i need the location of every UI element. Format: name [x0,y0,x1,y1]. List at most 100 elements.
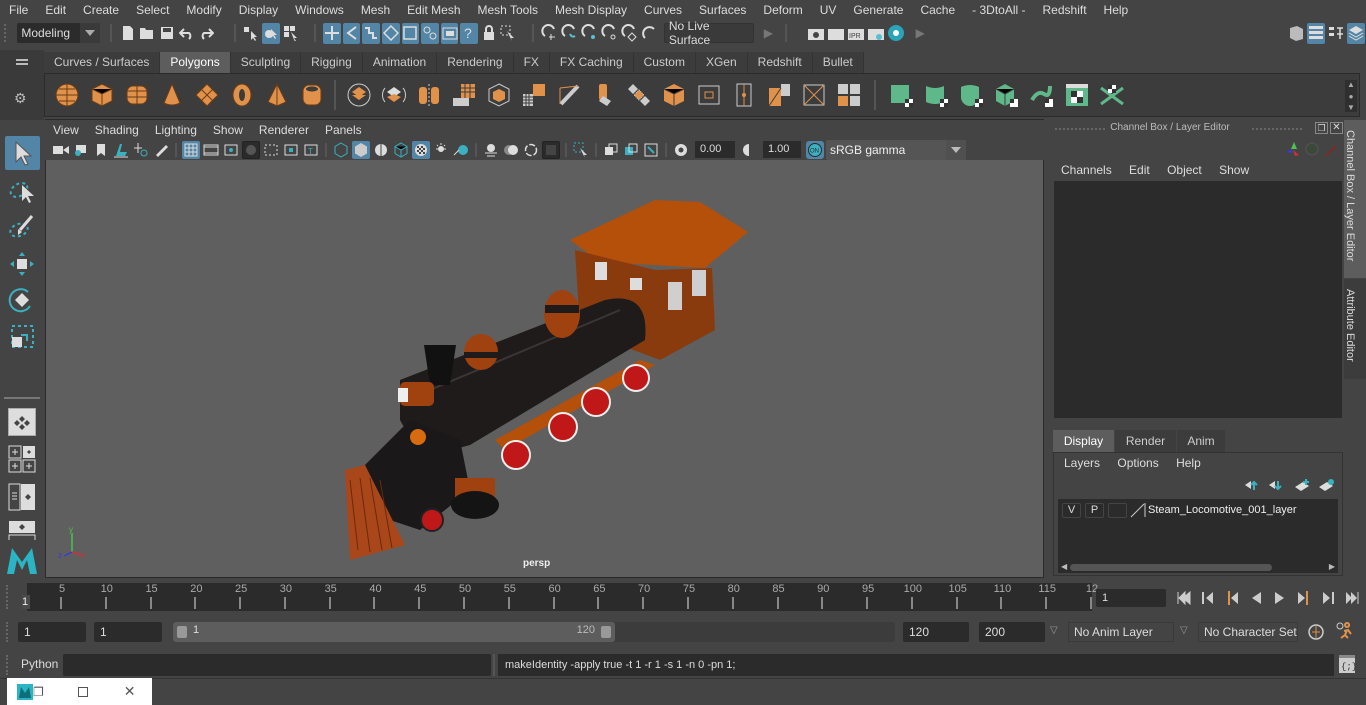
graph-persp-layout-button[interactable] [8,520,36,540]
maximize-window-icon[interactable] [77,686,88,697]
viewport-menu-show[interactable]: Show [205,123,251,137]
channel-list-area[interactable] [1054,181,1342,418]
help-icon[interactable]: ? [460,22,478,44]
render-settings-icon[interactable] [867,23,885,44]
collapse-arrow-icon[interactable]: ▶ [916,26,925,40]
snap-vertex-icon[interactable] [421,22,439,44]
side-tab-channel-box[interactable]: Channel Box / Layer Editor [1344,120,1366,278]
step-back-frame-icon[interactable] [1197,587,1219,608]
new-scene-icon[interactable] [119,23,137,44]
menu-edit[interactable]: Edit [36,3,74,17]
color-management-toggle[interactable]: ON [806,140,824,159]
current-time-marker[interactable]: 1 [22,595,30,609]
wireframe-icon[interactable] [332,141,350,159]
exposure-icon[interactable] [672,141,690,159]
shelf-tab-sculpting[interactable]: Sculpting [230,52,302,73]
shadows-icon[interactable] [432,141,450,159]
shelf-settings-gear-icon[interactable]: ⚙ [14,90,27,107]
poly-sphere-icon[interactable] [52,80,82,110]
modeling-toolkit-icon[interactable] [1287,23,1305,44]
viewport-menu-shading[interactable]: Shading [87,123,147,137]
bevel-edge-icon[interactable] [659,80,689,110]
channel-box-menu-edit[interactable]: Edit [1129,163,1150,177]
move-layer-up-icon[interactable] [1245,480,1258,490]
snap-curve-icon[interactable] [342,22,361,44]
viewport-menu-lighting[interactable]: Lighting [147,123,205,137]
layer-menu-options[interactable]: Options [1117,456,1158,470]
shelf-tab-bullet[interactable]: Bullet [812,52,864,73]
gamma-icon[interactable] [740,141,758,159]
make-live-point-icon[interactable] [581,23,599,44]
depth-of-field-icon[interactable] [522,141,540,159]
combine-icon[interactable] [344,80,374,110]
xray-joints-icon[interactable] [622,141,640,159]
shelf-scroll-control[interactable]: ▲ ● ▼ [1345,80,1357,112]
play-backwards-icon[interactable] [1245,587,1267,608]
menu-uv[interactable]: UV [811,3,845,17]
close-window-icon[interactable]: ✕ [124,683,136,700]
rotate-tool-button[interactable] [6,284,38,316]
arrow-up-icon[interactable]: ▲ [1347,80,1355,89]
menu-create[interactable]: Create [74,3,127,17]
menu-display[interactable]: Display [230,3,286,17]
exposure-field[interactable]: 0.00 [695,141,735,158]
camera-attributes-icon[interactable] [72,141,90,159]
planar-mapping-icon[interactable] [887,80,917,110]
snap-view-plane-icon[interactable] [381,22,400,44]
xray-icon[interactable] [602,141,620,159]
shelf-tab-xgen[interactable]: XGen [695,52,748,73]
new-layer-from-selection-icon[interactable] [1319,479,1334,491]
steam-locomotive-model[interactable] [345,200,748,560]
collapse-icon[interactable] [799,80,829,110]
channel-box-menu-channels[interactable]: Channels [1061,163,1112,177]
viewport-menu-panels[interactable]: Panels [317,123,370,137]
shelf-tab-rendering[interactable]: Rendering [437,52,514,73]
multi-cut-icon[interactable] [729,80,759,110]
poly-cone-icon[interactable] [157,80,187,110]
open-scene-icon[interactable] [138,23,156,44]
screen-space-ao-icon[interactable] [452,141,470,159]
step-back-key-icon[interactable] [1221,587,1243,608]
reduce-icon[interactable] [484,80,514,110]
current-frame-field[interactable]: 1 [1096,589,1166,607]
scene-start-field[interactable]: 1 [18,622,86,642]
scene-end-field[interactable]: 200 [979,622,1045,642]
new-empty-layer-icon[interactable] [1295,479,1309,491]
shelf-tab-fx-caching[interactable]: FX Caching [549,52,634,73]
menu-deform[interactable]: Deform [754,3,810,17]
workspace-selector[interactable]: Modeling [17,23,101,43]
menu-cache[interactable]: Cache [911,3,963,17]
manipulator-axis-icon[interactable] [1286,142,1299,156]
step-forward-key-icon[interactable] [1293,587,1315,608]
spherical-mapping-icon[interactable] [957,80,987,110]
gamma-field[interactable]: 1.00 [763,141,801,158]
make-live-mesh-icon[interactable] [621,23,639,44]
menu-windows[interactable]: Windows [286,3,352,17]
bevel-icon[interactable] [624,80,654,110]
layer-tab-display[interactable]: Display [1053,430,1114,452]
render-current-frame-icon[interactable] [807,23,825,44]
status-line-grip[interactable] [4,24,9,42]
attribute-editor-toggle-icon[interactable] [1306,22,1325,44]
shape-status-icon[interactable] [1305,142,1319,156]
single-perspective-layout-button[interactable] [8,408,36,436]
command-language-label[interactable]: Python [21,657,58,671]
menu-redshift[interactable]: Redshift [1034,3,1095,17]
layer-horizontal-scrollbar[interactable]: ◀ ▶ [1058,562,1338,573]
render-sequence-icon[interactable] [827,23,845,44]
move-tool-button[interactable] [6,248,38,280]
command-input[interactable] [63,654,491,676]
view-transform-select[interactable]: sRGB gamma [826,139,966,160]
float-panel-icon[interactable]: ❐ [1315,122,1328,134]
isolate-select-icon[interactable] [542,140,560,159]
viewport-menu-view[interactable]: View [45,123,87,137]
resolution-gate-icon[interactable] [222,141,240,159]
step-forward-frame-icon[interactable] [1317,587,1339,608]
close-panel-icon[interactable]: ✕ [1330,122,1343,134]
time-slider[interactable]: 1 5 10 15 20 25 30 35 40 45 50 55 60 65 70 75 80 85 90 95 1… [20,583,1098,611]
layer-row[interactable]: V P Steam_Locomotive_001_layer [1058,499,1338,521]
layer-tab-anim[interactable]: Anim [1177,430,1225,452]
make-live-curve-icon[interactable] [561,23,579,44]
make-live-icon[interactable] [641,23,659,44]
unfold-uv-icon[interactable] [1097,80,1127,110]
